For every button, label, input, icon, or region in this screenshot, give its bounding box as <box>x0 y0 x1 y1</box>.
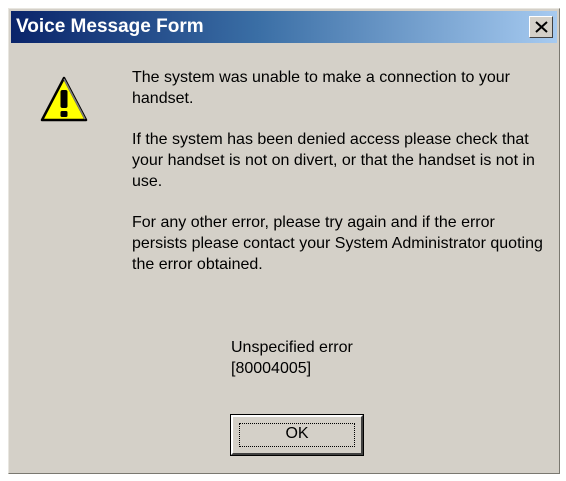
error-description: Unspecified error <box>231 339 353 356</box>
message-paragraph-access: If the system has been denied access ple… <box>132 131 535 190</box>
voice-message-dialog: Voice Message Form The system was unable… <box>8 8 560 474</box>
close-button[interactable] <box>529 16 553 38</box>
message-paragraph-connection: The system was unable to make a connecti… <box>132 69 510 107</box>
close-icon <box>535 21 548 33</box>
ok-button-label: OK <box>285 425 309 442</box>
warning-icon <box>39 75 89 125</box>
error-code: [80004005] <box>231 360 312 377</box>
title-bar[interactable]: Voice Message Form <box>11 11 557 43</box>
window-title: Voice Message Form <box>16 16 204 37</box>
message-paragraph-other-error: For any other error, please try again an… <box>132 214 543 273</box>
ok-button[interactable]: OK <box>230 414 364 456</box>
error-details: Unspecified error [80004005] <box>231 337 353 379</box>
message-text: The system was unable to make a connecti… <box>132 67 552 295</box>
